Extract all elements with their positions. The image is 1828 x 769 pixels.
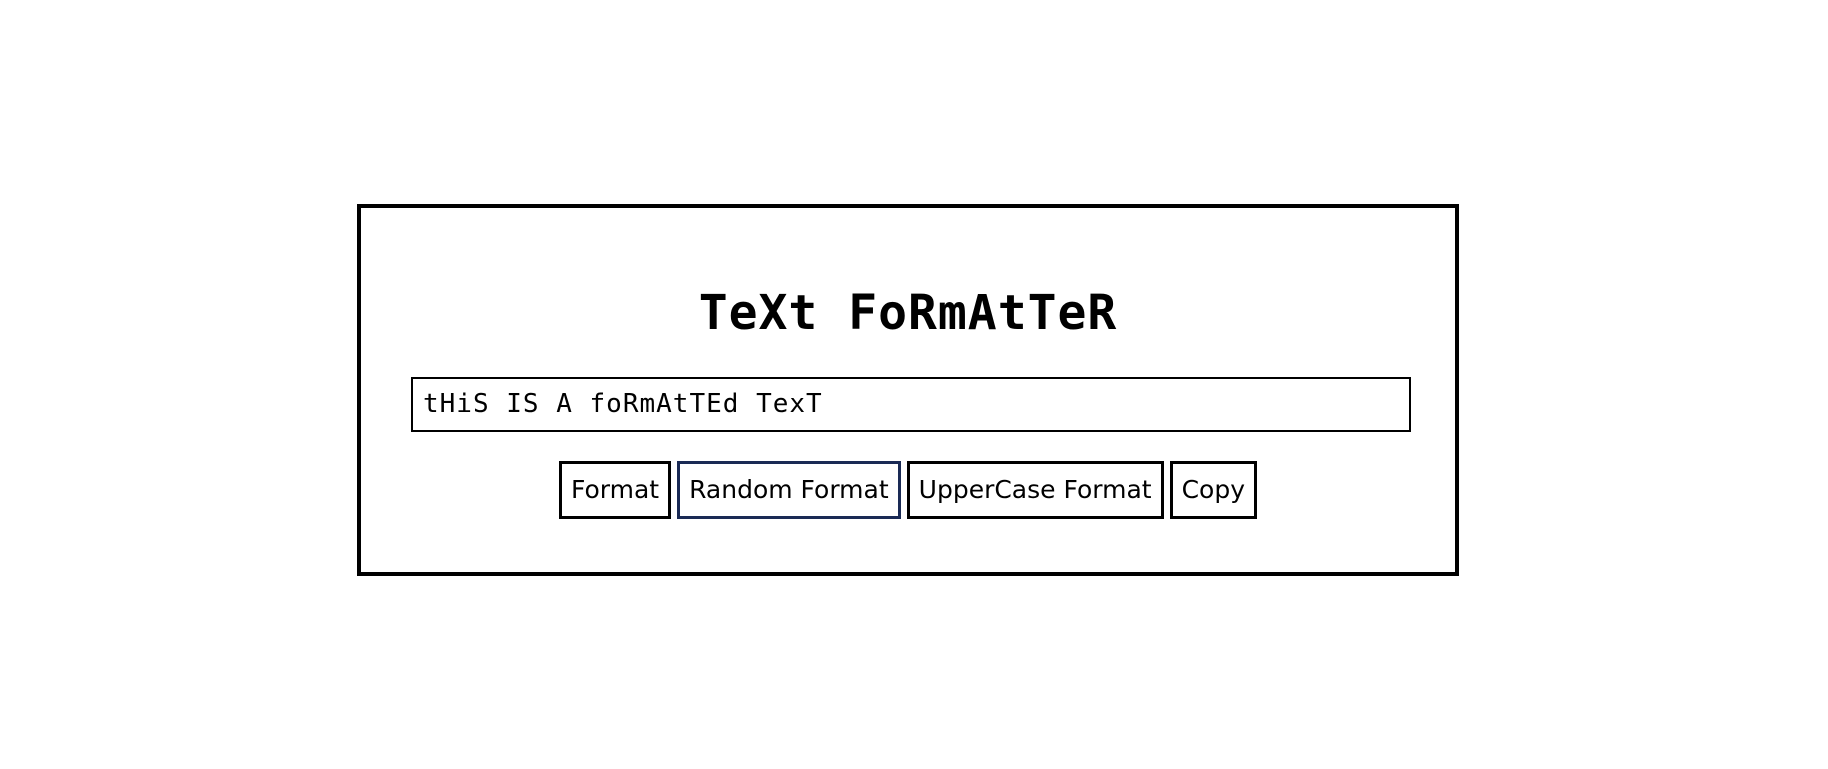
copy-button[interactable]: Copy (1169, 461, 1258, 519)
random-format-button[interactable]: Random Format (677, 461, 901, 519)
format-button[interactable]: Format (558, 461, 672, 519)
text-input[interactable]: tHiS IS A foRmAtTEd TexT (411, 377, 1411, 432)
button-row: Format Random Format UpperCase Format Co… (361, 461, 1455, 519)
page-title: TeXt FoRmAtTeR (698, 285, 1118, 341)
uppercase-format-button[interactable]: UpperCase Format (906, 461, 1164, 519)
formatter-panel: TeXt FoRmAtTeR tHiS IS A foRmAtTEd TexT … (357, 204, 1459, 576)
